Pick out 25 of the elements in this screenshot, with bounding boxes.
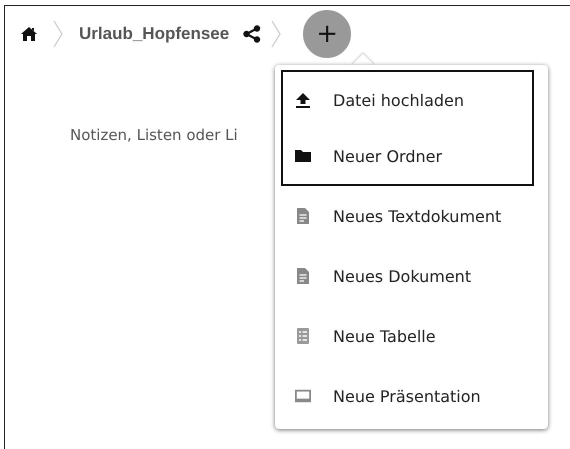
menu-item-label: Neues Dokument <box>333 266 472 286</box>
document-icon <box>295 268 311 284</box>
share-icon[interactable] <box>243 25 262 43</box>
hint-text: Notizen, Listen oder Li <box>70 126 238 144</box>
folder-icon <box>295 148 311 164</box>
menu-item[interactable]: Neues Textdokument <box>275 186 548 246</box>
menu-item[interactable]: Neues Dokument <box>275 246 548 306</box>
menu-item-label: Neue Tabelle <box>333 326 436 346</box>
presentation-icon <box>295 389 311 403</box>
menu-item[interactable]: Datei hochladen <box>283 72 532 128</box>
menu-item-label: Neuer Ordner <box>333 146 442 166</box>
chevron-icon <box>271 20 282 48</box>
chevron-icon <box>53 20 63 48</box>
menu-item-label: Datei hochladen <box>333 90 464 110</box>
home-icon[interactable] <box>21 27 37 41</box>
folder-name[interactable]: Urlaub_Hopfensee <box>79 24 230 44</box>
upload-icon <box>295 92 311 108</box>
menu-item[interactable]: Neuer Ordner <box>283 128 532 184</box>
menu-item[interactable]: Neue Tabelle <box>275 306 548 366</box>
spreadsheet-icon <box>295 328 311 344</box>
menu-item-label: Neue Präsentation <box>333 386 481 406</box>
add-button[interactable]: + <box>303 10 352 58</box>
document-icon <box>295 208 311 224</box>
menu-item-label: Neues Textdokument <box>333 206 502 226</box>
menu-item[interactable]: Neue Präsentation <box>275 366 548 426</box>
